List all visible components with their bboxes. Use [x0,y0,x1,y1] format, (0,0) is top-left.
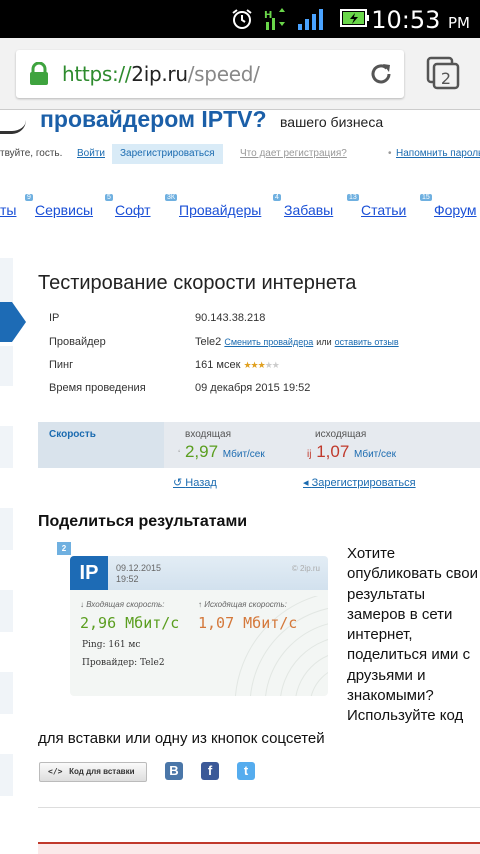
result-card-image[interactable]: IP 09.12.2015 19:52 © 2ip.ru ↓ Входящая с… [70,556,328,696]
download-speed: ʻ 2,97 Мбит/сек [178,442,265,461]
ping-rating-stars: ★★★★★ [243,360,279,370]
embed-code-button[interactable]: </> Код для вставки [39,762,147,782]
speed-label: Скорость [38,422,164,468]
banner-logo [0,110,26,134]
menu-item-prev[interactable]: ты [0,202,16,218]
ip-logo: IP [70,556,108,590]
svg-text:H: H [264,10,272,21]
leave-review-link[interactable]: оставить отзыв [335,337,399,347]
sidebar-fragment [0,508,13,550]
why-register-link[interactable]: Что дает регистрация? [240,148,347,159]
banner-title[interactable]: провайдером IPTV? [40,110,267,133]
divider [38,807,480,808]
card-upload-speed: 1,07 Мбит/с [198,614,298,632]
tab-count: 2 [441,69,451,88]
sidebar-fragment [0,754,13,796]
signal-h-icon: H [264,8,285,30]
register-button[interactable]: Зарегистрироваться [112,144,223,164]
card-provider: Провайдер: Tele2 [82,658,165,668]
card-upload-caption: ↑ Исходящая скорость: [198,600,287,609]
card-watermark: © 2ip.ru [291,564,320,573]
main-menu: ты 9 Сервисы 5 Софт 3К Провайдеры 4 Заба… [0,194,480,224]
twitter-share-icon[interactable]: t [237,762,255,780]
card-download-speed: 2,96 Мбит/с [80,614,180,632]
menu-item-fun[interactable]: Забавы [284,202,333,218]
alarm-icon [232,9,252,29]
download-caption: входящая [185,429,231,440]
page-title: Тестирование скорости интернета [38,272,357,294]
change-provider-link[interactable]: Сменить провайдера [224,337,313,347]
status-bar: H 10:53 PM [0,0,480,38]
menu-item-articles[interactable]: Статьи [361,202,406,218]
login-link[interactable]: Войти [77,148,105,159]
banner-subtitle: вашего бизнеса [280,114,384,130]
card-date: 09.12.2015 19:52 [116,563,162,584]
time-value: 09 декабря 2015 19:52 [195,382,311,394]
browser-toolbar: https://2ip.ru/speed/ 2 [0,38,480,110]
facebook-share-icon[interactable]: f [201,762,219,780]
next-section-box [38,842,480,854]
ip-label: IP [49,312,60,324]
menu-badge: 5 [105,194,113,201]
time-label: Время проведения [49,382,146,394]
address-bar[interactable]: https://2ip.ru/speed/ [16,50,404,98]
menu-badge: 15 [420,194,432,201]
menu-item-services[interactable]: Сервисы [35,202,93,218]
card-pattern [234,596,328,696]
menu-badge: 4 [273,194,281,201]
register-link[interactable]: ◂ Зарегистрироваться [303,476,416,489]
greeting: твуйте, гость. [0,148,63,159]
provider-or: или [316,337,332,347]
upload-caption: исходящая [315,429,367,440]
lock-icon [30,62,48,85]
cell-signal-icon [298,9,323,30]
battery-charging-icon [340,9,369,27]
login-bar: твуйте, гость. Войти Зарегистрироваться … [0,144,480,164]
speed-result-bar: Скорость входящая ʻ 2,97 Мбит/сек исходя… [38,422,480,468]
share-description: Хотите опубликовать свои результаты заме… [347,545,478,725]
card-download-caption: ↓ Входящая скорость: [80,600,165,609]
menu-item-providers[interactable]: Провайдеры [179,202,261,218]
url-text[interactable]: https://2ip.ru/speed/ [62,62,260,86]
ping-value: 161 мсек [195,359,241,371]
card-ping: Ping: 161 мс [82,640,141,650]
share-badge: 2 [57,542,71,555]
menu-item-soft[interactable]: Софт [115,202,151,218]
clock: 10:53 PM [371,6,470,34]
share-title: Поделиться результатами [38,513,248,530]
web-page: провайдером IPTV? вашего бизнеса твуйте,… [0,110,480,854]
menu-badge: 9 [25,194,33,201]
vk-share-icon[interactable]: B [165,762,183,780]
sidebar-fragment [0,346,13,386]
remind-password-link[interactable]: Напомнить пароль [396,148,480,159]
sidebar-arrow-icon[interactable] [0,302,26,342]
menu-badge: 13 [347,194,359,201]
reload-icon[interactable] [368,61,394,87]
sidebar-fragment [0,426,13,468]
upload-speed: ij 1,07 Мбит/сек [307,442,396,461]
provider-value: Tele2 [195,336,222,348]
back-link[interactable]: ↺ Назад [173,476,217,489]
menu-badge: 3К [165,194,177,201]
ping-label: Пинг [49,359,74,371]
sidebar-fragment [0,672,13,714]
sidebar-fragment [0,590,13,632]
provider-label: Провайдер [49,336,106,348]
ip-value: 90.143.38.218 [195,312,266,324]
share-description-cont: для вставки или одну из кнопок соцсетей [38,730,325,747]
menu-item-forum[interactable]: Форум [434,202,477,218]
tab-switcher-icon[interactable]: 2 [426,56,460,90]
